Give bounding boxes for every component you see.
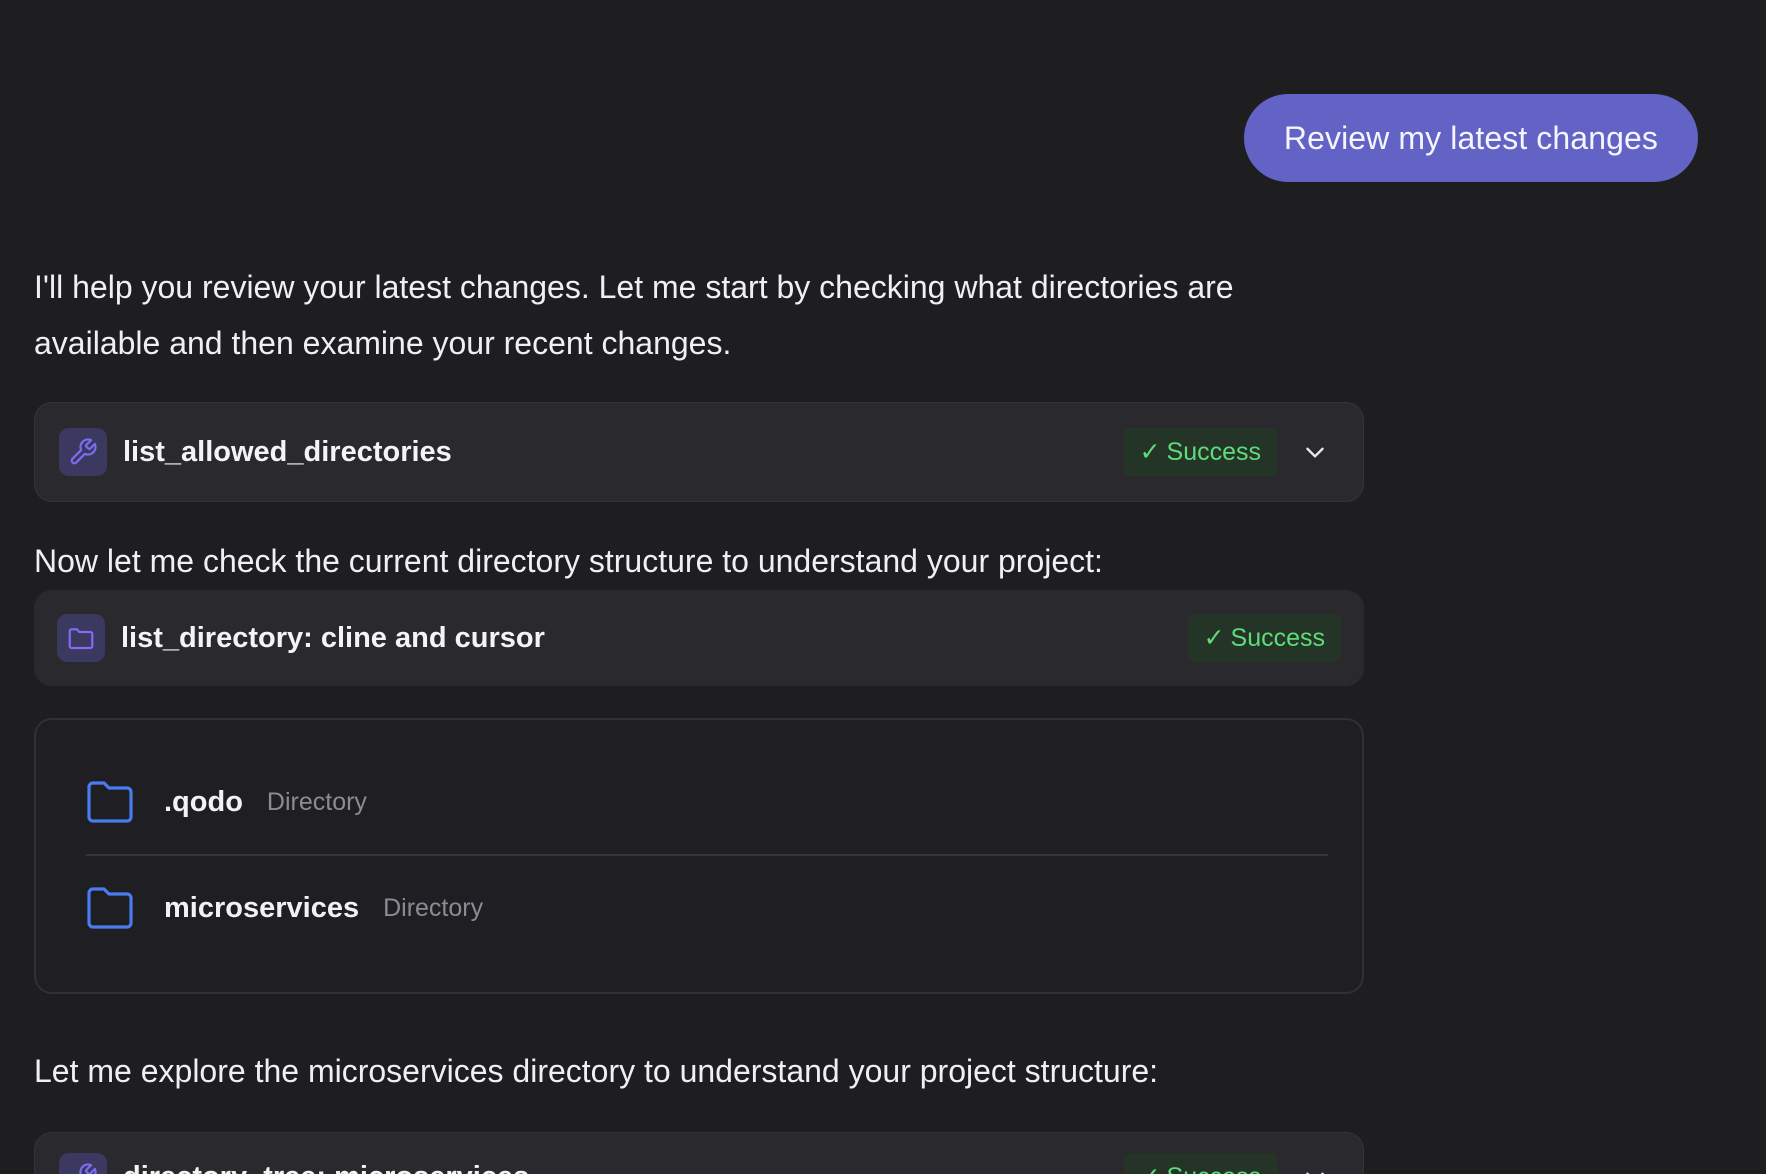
folder-icon: [87, 781, 133, 823]
check-icon: ✓: [1140, 1162, 1161, 1174]
status-badge: ✓ Success: [1123, 428, 1277, 476]
check-icon: ✓: [1139, 438, 1161, 466]
tool-call-list-directory[interactable]: list_directory: cline and cursor ✓ Succe…: [34, 590, 1364, 686]
directory-type: Directory: [383, 893, 484, 922]
directory-type: Directory: [266, 787, 367, 816]
list-item[interactable]: microservices Directory: [86, 856, 1328, 960]
list-item[interactable]: .qodo Directory: [86, 750, 1328, 856]
status-label: Success: [1166, 437, 1261, 466]
assistant-message-check-structure: Now let me check the current directory s…: [34, 543, 1103, 579]
wrench-icon: [59, 428, 107, 476]
user-message-text: Review my latest changes: [1283, 119, 1658, 156]
wrench-icon: [59, 1153, 107, 1174]
status-label: Success: [1167, 1163, 1261, 1174]
chat-view: Review my latest changes I'll help you r…: [0, 0, 1766, 1174]
chevron-down-icon[interactable]: [1301, 438, 1329, 466]
directory-name: microservices: [164, 891, 360, 924]
tool-call-title: directory_tree: microservices: [123, 1161, 1124, 1174]
tool-call-directory-tree[interactable]: directory_tree: microservices ✓ Success: [34, 1132, 1364, 1174]
status-label: Success: [1230, 623, 1325, 652]
folder-icon: [87, 887, 133, 929]
status-badge: ✓ Success: [1123, 1153, 1277, 1174]
directory-name: .qodo: [164, 785, 243, 818]
directory-listing: .qodo Directory microservices Directory: [34, 718, 1364, 994]
chevron-down-icon[interactable]: [1301, 1163, 1329, 1174]
folder-icon: [57, 614, 105, 662]
tool-call-list-allowed-directories[interactable]: list_allowed_directories ✓ Success: [34, 402, 1364, 502]
assistant-message-explore: Let me explore the microservices directo…: [34, 1053, 1159, 1089]
assistant-message-intro: I'll help you review your latest changes…: [34, 269, 1234, 361]
tool-call-title: list_directory: cline and cursor: [121, 621, 545, 654]
status-badge: ✓ Success: [1187, 614, 1341, 662]
check-icon: ✓: [1203, 624, 1225, 652]
tool-call-title: list_allowed_directories: [123, 435, 452, 468]
user-message-bubble: Review my latest changes: [1243, 94, 1698, 182]
